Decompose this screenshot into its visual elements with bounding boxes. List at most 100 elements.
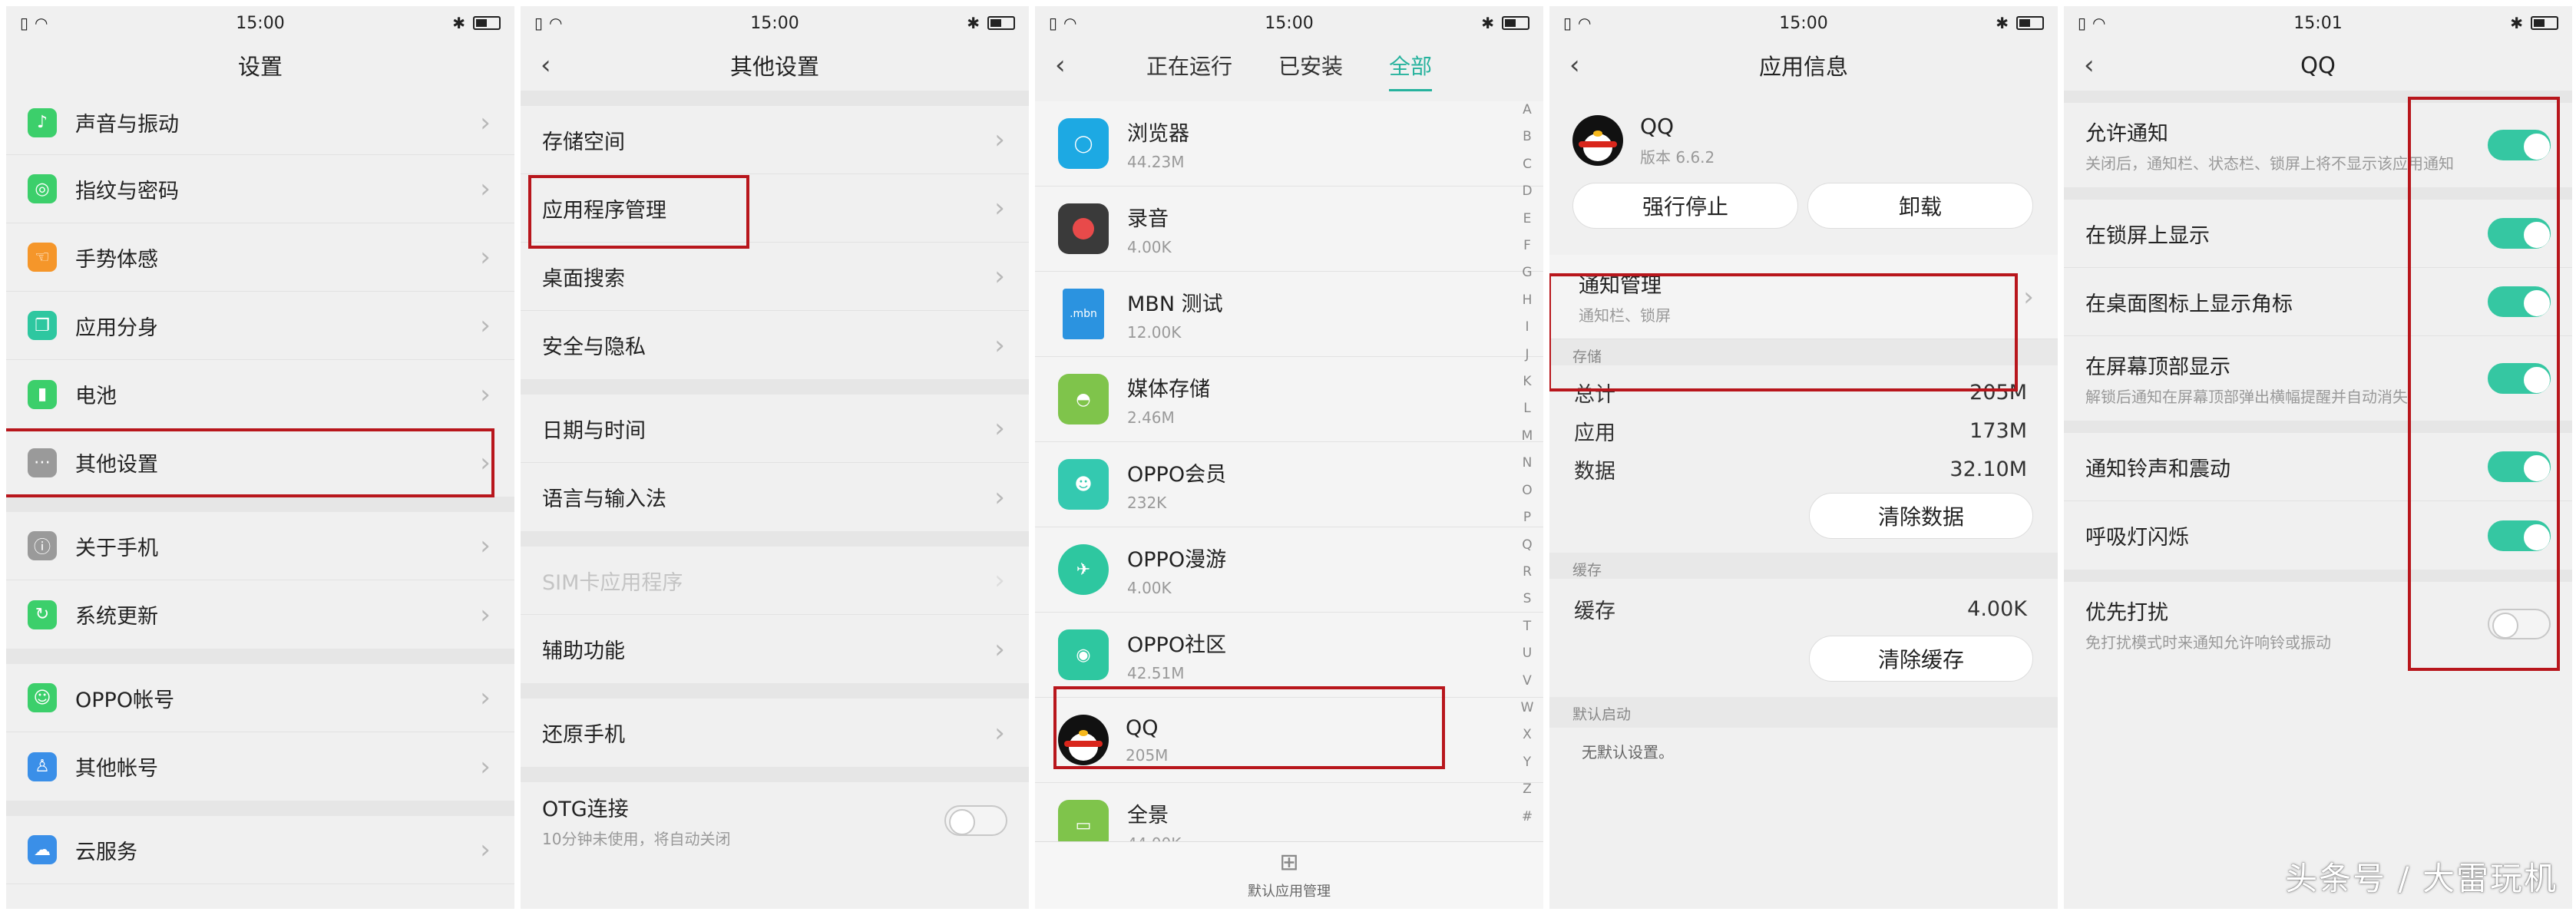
menu-item-accessibility[interactable]: 辅助功能 › xyxy=(521,615,1029,683)
alphabet-letter[interactable]: S xyxy=(1523,586,1532,613)
alphabet-letter[interactable]: A xyxy=(1523,97,1532,124)
settings-item-gesture[interactable]: ☜ 手势体感 › xyxy=(6,223,514,292)
back-arrow-icon[interactable]: ‹ xyxy=(2084,52,2107,78)
back-arrow-icon[interactable]: ‹ xyxy=(541,52,564,78)
alphabet-letter[interactable]: D xyxy=(1522,178,1532,205)
alphabet-letter[interactable]: K xyxy=(1523,368,1531,395)
lockscreen-display-toggle[interactable] xyxy=(2488,218,2551,249)
alphabet-letter[interactable]: W xyxy=(1521,695,1534,722)
priority-interrupt-toggle[interactable] xyxy=(2488,609,2551,639)
alphabet-letter[interactable]: T xyxy=(1523,613,1531,640)
alphabet-letter[interactable]: B xyxy=(1523,124,1532,150)
notification-management-row[interactable]: 通知管理 通知栏、锁屏 › xyxy=(1549,255,2058,339)
app-list-screen: ▯ ◠ 15:00 ✱ ‹ 正在运行 已安装 全部 ◯ 浏览器 44.23M 录音 4… xyxy=(1035,6,1543,909)
app-row-oppo-member[interactable]: ☻ OPPO会员 232K xyxy=(1035,442,1543,527)
alphabet-letter[interactable]: N xyxy=(1523,450,1533,477)
app-version: 版本 6.6.2 xyxy=(1640,148,1715,167)
uninstall-button[interactable]: 卸载 xyxy=(1807,183,2033,229)
ringtone-vibration-toggle[interactable] xyxy=(2488,451,2551,482)
alphabet-letter[interactable]: J xyxy=(1525,342,1529,368)
app-row-qq[interactable]: QQ 205M xyxy=(1035,698,1543,783)
menu-item-reset[interactable]: 还原手机 › xyxy=(521,699,1029,767)
storage-data: 数据 32.10M xyxy=(1574,457,2027,484)
breathing-light-toggle[interactable] xyxy=(2488,520,2551,551)
menu-item-desktop-search[interactable]: 桌面搜索 › xyxy=(521,243,1029,311)
page-title: 其他设置 xyxy=(729,54,819,80)
otg-label: OTG连接 xyxy=(542,798,629,821)
chevron-right-icon: › xyxy=(480,682,491,713)
settings-item-update[interactable]: ↻ 系统更新 › xyxy=(6,580,514,649)
back-arrow-icon[interactable]: ‹ xyxy=(1569,52,1592,78)
alphabet-letter[interactable]: Z xyxy=(1523,776,1532,803)
app-row-recorder[interactable]: 录音 4.00K xyxy=(1035,187,1543,272)
clear-cache-button[interactable]: 清除缓存 xyxy=(1809,636,2033,682)
icon-badge-toggle[interactable] xyxy=(2488,286,2551,317)
wifi-icon: ◠ xyxy=(549,14,563,32)
alphabet-letter[interactable]: U xyxy=(1523,640,1532,667)
settings-item-other-accounts[interactable]: ♙ 其他帐号 › xyxy=(6,732,514,801)
chevron-right-icon: › xyxy=(480,378,491,410)
alphabet-letter[interactable]: L xyxy=(1523,395,1530,422)
chevron-right-icon: › xyxy=(994,261,1005,292)
allow-notification-toggle[interactable] xyxy=(2488,130,2551,160)
settings-item-app-clone[interactable]: ❐ 应用分身 › xyxy=(6,292,514,360)
menu-item-language[interactable]: 语言与输入法 › xyxy=(521,463,1029,531)
chevron-right-icon: › xyxy=(994,413,1005,444)
app-row-browser[interactable]: ◯ 浏览器 44.23M xyxy=(1035,101,1543,187)
tab-all[interactable]: 全部 xyxy=(1366,50,1455,91)
settings-item-cloud[interactable]: ☁ 云服务 › xyxy=(6,816,514,884)
settings-item-other[interactable]: ⋯ 其他设置 › xyxy=(6,428,514,497)
wifi-icon: ◠ xyxy=(1578,14,1592,32)
chevron-right-icon: › xyxy=(994,481,1005,513)
settings-item-sound[interactable]: ♪ 声音与振动 › xyxy=(6,91,514,155)
page-header: ‹ 其他设置 xyxy=(521,40,1029,91)
settings-screen: ▯ ◠ 15:00 ✱ 设置 ♪ 声音与振动 › ◎ 指纹与密码 › ☜ 手势体感… xyxy=(6,6,514,909)
alphabet-letter[interactable]: C xyxy=(1523,151,1532,178)
person-icon: ♙ xyxy=(28,751,57,781)
app-row-media-storage[interactable]: ◓ 媒体存储 2.46M xyxy=(1035,357,1543,442)
alphabet-letter[interactable]: G xyxy=(1522,259,1532,286)
alphabet-letter[interactable]: H xyxy=(1523,287,1533,314)
section-divider xyxy=(2064,421,2572,433)
settings-item-oppo-account[interactable]: ☺ OPPO帐号 › xyxy=(6,664,514,732)
settings-item-fingerprint[interactable]: ◎ 指纹与密码 › xyxy=(6,155,514,223)
alphabet-letter[interactable]: P xyxy=(1523,504,1531,531)
status-time: 15:00 xyxy=(1779,13,1828,33)
menu-item-security[interactable]: 安全与隐私 › xyxy=(521,311,1029,379)
menu-item-app-management[interactable]: 应用程序管理 › xyxy=(521,174,1029,243)
settings-item-about[interactable]: ⓘ 关于手机 › xyxy=(6,512,514,580)
app-row-mbn-test[interactable]: .mbn MBN 测试 12.00K xyxy=(1035,272,1543,357)
icon-badge-row: 在桌面图标上显示角标 xyxy=(2064,268,2572,336)
alphabet-letter[interactable]: Q xyxy=(1522,532,1532,559)
record-icon xyxy=(1058,203,1109,254)
settings-item-battery[interactable]: ▮ 电池 › xyxy=(6,360,514,428)
alphabet-letter[interactable]: V xyxy=(1523,668,1532,695)
alphabet-letter[interactable]: I xyxy=(1525,314,1529,341)
alphabet-letter[interactable]: R xyxy=(1523,559,1532,586)
lockscreen-display-row: 在锁屏上显示 xyxy=(2064,200,2572,268)
back-arrow-icon[interactable]: ‹ xyxy=(1055,52,1066,78)
chevron-right-icon: › xyxy=(480,751,491,782)
force-stop-button[interactable]: 强行停止 xyxy=(1572,183,1798,229)
tab-running[interactable]: 正在运行 xyxy=(1123,50,1255,81)
section-divider xyxy=(6,497,514,512)
alphabet-letter[interactable]: M xyxy=(1522,423,1533,450)
alphabet-letter[interactable]: O xyxy=(1522,477,1532,504)
tab-installed[interactable]: 已安装 xyxy=(1255,50,1366,81)
otg-toggle[interactable] xyxy=(944,805,1007,836)
alphabet-letter[interactable]: # xyxy=(1522,804,1533,831)
menu-item-storage[interactable]: 存储空间 › xyxy=(521,106,1029,174)
community-icon: ◉ xyxy=(1058,629,1109,680)
menu-item-date-time[interactable]: 日期与时间 › xyxy=(521,395,1029,463)
chevron-right-icon: › xyxy=(480,447,491,478)
clear-data-button[interactable]: 清除数据 xyxy=(1809,493,2033,539)
alphabet-letter[interactable]: F xyxy=(1523,233,1531,259)
top-display-toggle[interactable] xyxy=(2488,363,2551,394)
app-row-oppo-roaming[interactable]: ✈ OPPO漫游 4.00K xyxy=(1035,527,1543,613)
alphabet-letter[interactable]: X xyxy=(1523,722,1532,748)
app-row-oppo-community[interactable]: ◉ OPPO社区 42.51M xyxy=(1035,613,1543,698)
alphabet-index[interactable]: A B C D E F G H I J K L M N O P Q R S T U V W X Y Z # xyxy=(1519,97,1536,831)
alphabet-letter[interactable]: E xyxy=(1523,206,1532,233)
alphabet-letter[interactable]: Y xyxy=(1523,749,1531,776)
default-apps-button[interactable]: ⊞ 默认应用管理 xyxy=(1035,841,1543,909)
